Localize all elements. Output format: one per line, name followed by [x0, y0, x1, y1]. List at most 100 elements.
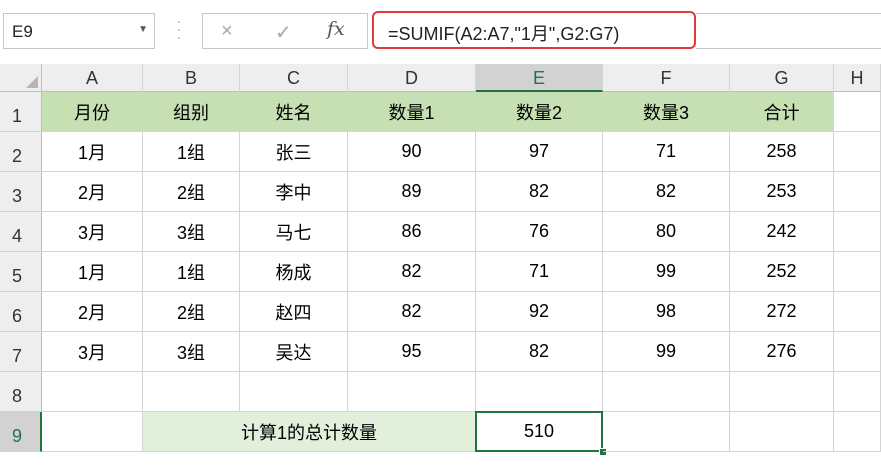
table-cell[interactable]: 1组: [143, 132, 240, 172]
row-header-1[interactable]: 1: [0, 92, 42, 132]
table-cell[interactable]: 86: [348, 212, 476, 252]
row-header-7[interactable]: 7: [0, 332, 42, 372]
summary-value-cell[interactable]: 510: [475, 411, 603, 452]
table-header-cell[interactable]: 组别: [143, 92, 240, 132]
table-cell[interactable]: 242: [730, 212, 834, 252]
enter-icon[interactable]: ✓: [275, 20, 292, 45]
table-cell[interactable]: 82: [603, 172, 730, 212]
column-header-e[interactable]: E: [476, 64, 603, 92]
table-cell[interactable]: 1月: [42, 132, 143, 172]
table-cell[interactable]: 272: [730, 292, 834, 332]
table-cell[interactable]: 76: [476, 212, 603, 252]
table-cell[interactable]: 80: [603, 212, 730, 252]
table-cell[interactable]: 82: [348, 292, 476, 332]
table-header-cell[interactable]: 数量2: [476, 92, 603, 132]
table-cell[interactable]: 2组: [143, 172, 240, 212]
table-header-cell[interactable]: 合计: [730, 92, 834, 132]
table-cell[interactable]: 99: [603, 332, 730, 372]
table-cell[interactable]: 253: [730, 172, 834, 212]
table-header-cell[interactable]: 月份: [42, 92, 143, 132]
chevron-down-icon[interactable]: ▼: [138, 24, 148, 35]
drag-handle-icon[interactable]: · · ·: [174, 14, 184, 47]
summary-label[interactable]: 计算1的总计数量: [143, 412, 476, 452]
table-cell[interactable]: 98: [603, 292, 730, 332]
row-header-9[interactable]: 9: [0, 412, 42, 452]
table-cell[interactable]: 杨成: [240, 252, 348, 292]
table-header-cell[interactable]: 姓名: [240, 92, 348, 132]
table-cell[interactable]: 252: [730, 252, 834, 292]
table-cell[interactable]: 李中: [240, 172, 348, 212]
table-cell[interactable]: 82: [476, 172, 603, 212]
row-header-3[interactable]: 3: [0, 172, 42, 212]
table-cell[interactable]: 3月: [42, 332, 143, 372]
empty-cell[interactable]: [730, 412, 834, 452]
table-cell[interactable]: 71: [476, 252, 603, 292]
table-cell[interactable]: 赵四: [240, 292, 348, 332]
empty-cell[interactable]: [348, 372, 476, 412]
empty-cell[interactable]: [834, 332, 881, 372]
row-header-5[interactable]: 5: [0, 252, 42, 292]
row-number: 9: [12, 426, 23, 446]
empty-cell[interactable]: [834, 212, 881, 252]
empty-cell[interactable]: [834, 292, 881, 332]
column-header-d[interactable]: D: [348, 64, 476, 92]
table-cell[interactable]: 1月: [42, 252, 143, 292]
empty-cell[interactable]: [603, 412, 730, 452]
empty-cell[interactable]: [834, 132, 881, 172]
column-header-b[interactable]: B: [143, 64, 240, 92]
table-cell[interactable]: 71: [603, 132, 730, 172]
empty-cell[interactable]: [730, 372, 834, 412]
empty-cell[interactable]: [143, 372, 240, 412]
formula-input-extension[interactable]: [696, 13, 881, 49]
column-header-h[interactable]: H: [834, 64, 881, 92]
insert-function-icon[interactable]: fx: [327, 18, 345, 40]
row-header-2[interactable]: 2: [0, 132, 42, 172]
table-cell[interactable]: 马七: [240, 212, 348, 252]
table-header-cell[interactable]: 数量3: [603, 92, 730, 132]
column-header-a[interactable]: A: [42, 64, 143, 92]
table-cell[interactable]: 2月: [42, 292, 143, 332]
spreadsheet-grid: A B C D E F G H 1 2 3 4 5 6 7 8 9 月份 组别 姓名 数量1 数量2 数量3 合计 1月 1组 张三…: [0, 64, 881, 467]
row-header-4[interactable]: 4: [0, 212, 42, 252]
table-cell[interactable]: 1组: [143, 252, 240, 292]
table-cell[interactable]: 258: [730, 132, 834, 172]
table-header-cell[interactable]: 数量1: [348, 92, 476, 132]
formula-input[interactable]: =SUMIF(A2:A7,"1月",G2:G7): [372, 11, 696, 49]
select-all-button[interactable]: [0, 64, 42, 92]
column-header-g[interactable]: G: [730, 64, 834, 92]
empty-cell[interactable]: [240, 372, 348, 412]
table-cell[interactable]: 92: [476, 292, 603, 332]
table-cell[interactable]: 89: [348, 172, 476, 212]
table-cell[interactable]: 95: [348, 332, 476, 372]
table-cell[interactable]: 82: [476, 332, 603, 372]
row-header-8[interactable]: 8: [0, 372, 42, 412]
empty-cell[interactable]: [834, 412, 881, 452]
table-cell[interactable]: 276: [730, 332, 834, 372]
table-cell[interactable]: 2组: [143, 292, 240, 332]
table-cell[interactable]: 3月: [42, 212, 143, 252]
empty-cell[interactable]: [834, 92, 881, 132]
empty-cell[interactable]: [42, 372, 143, 412]
row-header-6[interactable]: 6: [0, 292, 42, 332]
table-cell[interactable]: 99: [603, 252, 730, 292]
column-header-f[interactable]: F: [603, 64, 730, 92]
select-all-icon: [26, 76, 38, 88]
table-cell[interactable]: 张三: [240, 132, 348, 172]
empty-cell[interactable]: [834, 172, 881, 212]
table-cell[interactable]: 97: [476, 132, 603, 172]
name-box[interactable]: E9 ▼: [3, 13, 155, 49]
table-cell[interactable]: 吴达: [240, 332, 348, 372]
cancel-icon[interactable]: ×: [221, 20, 233, 43]
empty-cell[interactable]: [42, 412, 143, 452]
empty-cell[interactable]: [834, 252, 881, 292]
empty-cell[interactable]: [834, 372, 881, 412]
table-cell[interactable]: 3组: [143, 332, 240, 372]
table-cell[interactable]: 3组: [143, 212, 240, 252]
empty-cell[interactable]: [603, 372, 730, 412]
table-cell[interactable]: 82: [348, 252, 476, 292]
column-header-c[interactable]: C: [240, 64, 348, 92]
name-box-value: E9: [12, 22, 33, 41]
table-cell[interactable]: 90: [348, 132, 476, 172]
empty-cell[interactable]: [476, 372, 603, 412]
table-cell[interactable]: 2月: [42, 172, 143, 212]
